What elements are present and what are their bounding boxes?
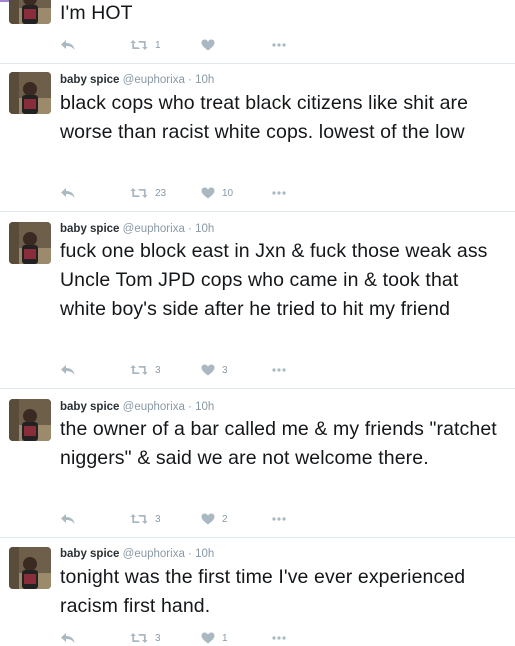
retweet-icon: [130, 40, 148, 50]
handle[interactable]: @euphorixa: [123, 223, 185, 235]
tweet-text: the owner of a bar called me & my friend…: [60, 418, 497, 469]
tweet-header: baby spice @euphorixa · 10h: [60, 222, 214, 236]
more-button[interactable]: [272, 37, 286, 53]
reply-icon: [61, 633, 75, 643]
avatar[interactable]: [9, 0, 51, 24]
retweet-button[interactable]: 1: [130, 37, 161, 53]
tweet[interactable]: I'm HOT 1: [0, 0, 515, 64]
like-count: 3: [222, 364, 228, 376]
heart-icon: [201, 632, 215, 644]
like-button[interactable]: 10: [201, 185, 233, 201]
tweet-header: baby spice @euphorixa · 10h: [60, 547, 214, 561]
tweet-actions: 3 1: [60, 630, 460, 646]
more-button[interactable]: [272, 511, 286, 527]
tweet-text: I'm HOT: [60, 2, 133, 24]
handle[interactable]: @euphorixa: [123, 548, 185, 560]
more-dots-icon: [272, 43, 286, 47]
like-count: 2: [222, 513, 228, 525]
display-name[interactable]: baby spice: [60, 223, 119, 235]
retweet-count: 3: [155, 364, 161, 376]
like-count: 10: [222, 187, 234, 199]
tweet-actions: 3 3: [60, 362, 460, 378]
more-button[interactable]: [272, 362, 286, 378]
display-name[interactable]: baby spice: [60, 401, 119, 413]
avatar[interactable]: [9, 399, 51, 441]
tweet-text: black cops who treat black citizens like…: [60, 92, 469, 143]
reply-icon: [61, 188, 75, 198]
heart-icon: [201, 39, 215, 51]
timestamp[interactable]: · 10h: [188, 548, 214, 560]
reply-button[interactable]: [60, 185, 76, 201]
tweet-actions: 3 2: [60, 511, 460, 527]
retweet-button[interactable]: 23: [130, 185, 166, 201]
more-button[interactable]: [272, 185, 286, 201]
retweet-icon: [130, 633, 148, 643]
retweet-button[interactable]: 3: [130, 511, 161, 527]
like-button[interactable]: 2: [201, 511, 228, 527]
retweet-icon: [130, 514, 148, 524]
display-name[interactable]: baby spice: [60, 74, 119, 86]
reply-button[interactable]: [60, 37, 76, 53]
like-button[interactable]: 3: [201, 362, 228, 378]
tweet[interactable]: baby spice @euphorixa · 10h the owner of…: [0, 389, 515, 538]
tweet-text: fuck one block east in Jxn & fuck those …: [60, 240, 488, 320]
heart-icon: [201, 364, 215, 376]
tweet[interactable]: baby spice @euphorixa · 10h fuck one blo…: [0, 212, 515, 389]
heart-icon: [201, 187, 215, 199]
like-button[interactable]: 1: [201, 630, 228, 646]
reply-button[interactable]: [60, 630, 76, 646]
more-dots-icon: [272, 636, 286, 640]
more-dots-icon: [272, 517, 286, 521]
more-dots-icon: [272, 191, 286, 195]
avatar[interactable]: [9, 222, 51, 264]
like-button[interactable]: [201, 37, 215, 53]
like-count: 1: [222, 632, 228, 644]
reply-button[interactable]: [60, 362, 76, 378]
avatar[interactable]: [9, 72, 51, 114]
retweet-count: 1: [155, 39, 161, 51]
reply-icon: [61, 365, 75, 375]
retweet-icon: [130, 188, 148, 198]
heart-icon: [201, 513, 215, 525]
reply-icon: [61, 514, 75, 524]
handle[interactable]: @euphorixa: [123, 401, 185, 413]
avatar[interactable]: [9, 547, 51, 589]
reply-button[interactable]: [60, 511, 76, 527]
display-name[interactable]: baby spice: [60, 548, 119, 560]
tweet-text: tonight was the first time I've ever exp…: [60, 566, 466, 617]
tweet-actions: 23 10: [60, 185, 460, 201]
tweet[interactable]: baby spice @euphorixa · 10h black cops w…: [0, 64, 515, 212]
tweet-header: baby spice @euphorixa · 10h: [60, 73, 214, 87]
more-button[interactable]: [272, 630, 286, 646]
handle[interactable]: @euphorixa: [123, 74, 185, 86]
retweet-button[interactable]: 3: [130, 362, 161, 378]
tweet-actions: 1: [60, 37, 460, 53]
retweet-count: 3: [155, 513, 161, 525]
timestamp[interactable]: · 10h: [188, 401, 214, 413]
timestamp[interactable]: · 10h: [188, 223, 214, 235]
tweet-header: baby spice @euphorixa · 10h: [60, 400, 214, 414]
reply-icon: [61, 40, 75, 50]
retweet-icon: [130, 365, 148, 375]
retweet-button[interactable]: 3: [130, 630, 161, 646]
timestamp[interactable]: · 10h: [188, 74, 214, 86]
retweet-count: 3: [155, 632, 161, 644]
tweet[interactable]: baby spice @euphorixa · 10h tonight was …: [0, 538, 515, 644]
retweet-count: 23: [155, 187, 167, 199]
more-dots-icon: [272, 368, 286, 372]
